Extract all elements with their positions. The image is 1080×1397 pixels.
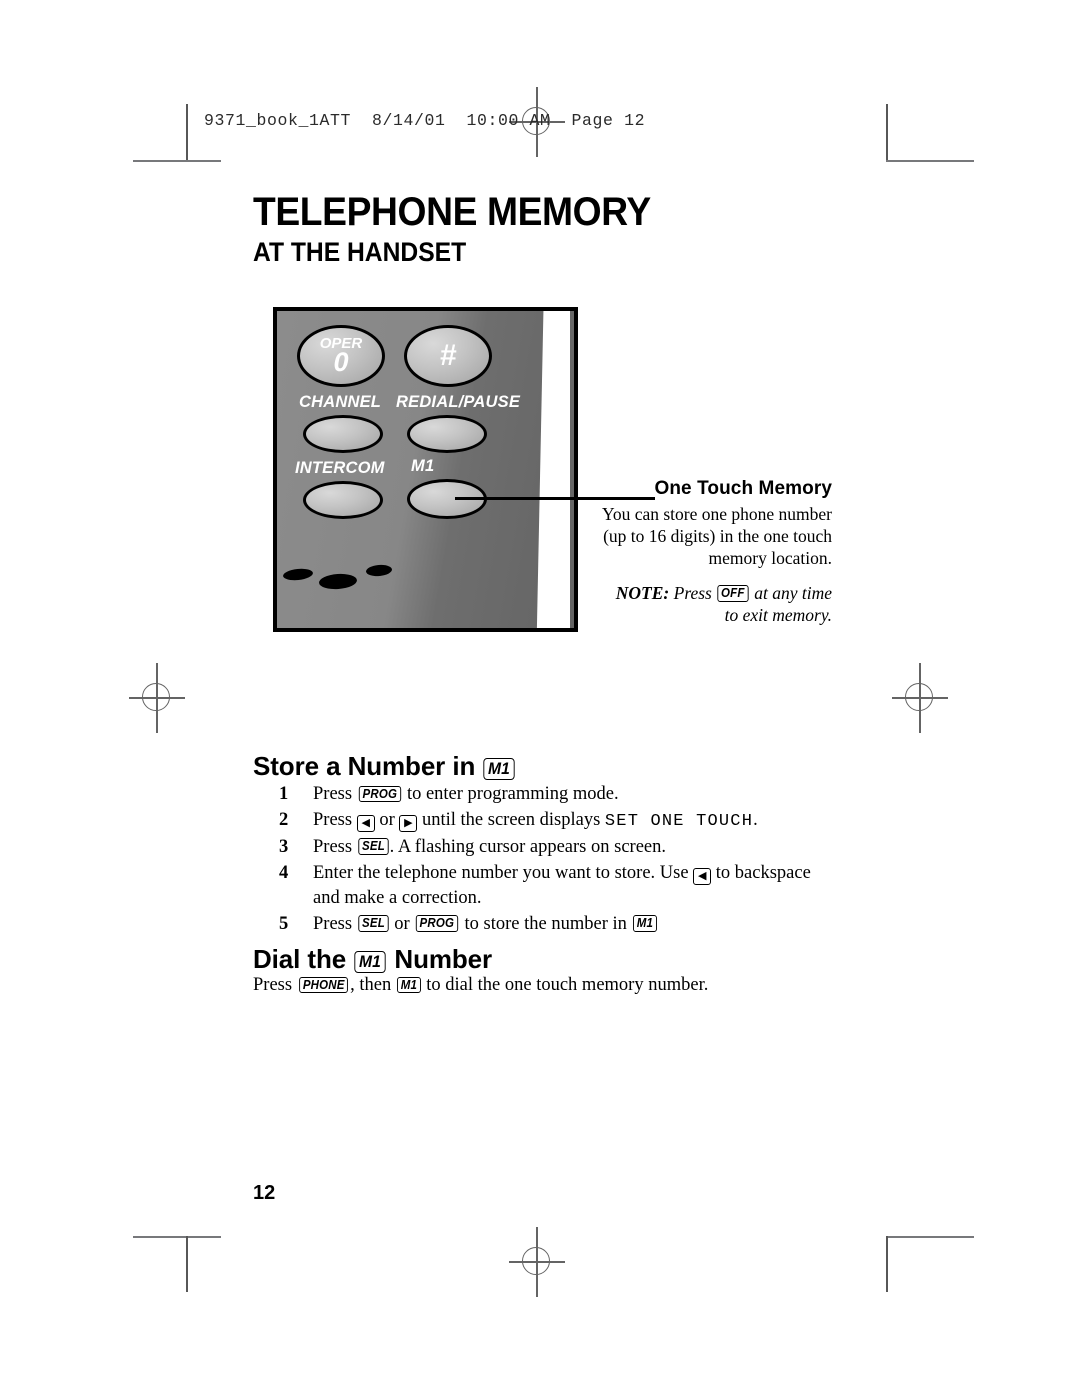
body-text: .	[753, 809, 758, 830]
registration-mark-right	[885, 663, 955, 733]
store-step: 2 Press ◀ or ▶ until the screen displays …	[279, 808, 839, 834]
body-text: Press	[313, 913, 357, 934]
store-step: 1 Press PROG to enter programming mode.	[279, 782, 839, 807]
callout-note: NOTE: Press OFF at any time to exit memo…	[600, 582, 832, 626]
crop-mark-bottom-left	[133, 1236, 221, 1238]
dial-section-heading: Dial the M1 Number	[253, 944, 492, 975]
body-text: Press	[313, 784, 357, 804]
body-text: to store the number in	[459, 913, 632, 934]
crop-mark-bottom-right	[886, 1236, 974, 1238]
body-text: or	[374, 809, 400, 830]
callout-note-prefix: NOTE:	[615, 582, 670, 603]
store-step: 3 Press SEL. A flashing cursor appears on…	[279, 835, 839, 860]
intercom-caption: INTERCOM	[295, 459, 385, 477]
registration-ring	[522, 1247, 550, 1275]
callout-title: One Touch Memory	[654, 478, 832, 499]
pound-key-label: #	[440, 341, 457, 371]
body-text: , then	[350, 975, 396, 995]
m1-caption: M1	[411, 457, 435, 475]
zero-label: 0	[333, 347, 349, 377]
store-heading-text: Store a Number in	[253, 751, 476, 781]
registration-mark-left	[122, 663, 192, 733]
registration-ring	[905, 683, 933, 711]
dial-heading-m1-keycap: M1	[354, 951, 386, 974]
lcd-display-text: SET ONE TOUCH	[604, 811, 754, 831]
m1-keycap: M1	[632, 915, 657, 933]
channel-key	[303, 415, 383, 453]
page-number: 12	[253, 1182, 276, 1204]
file-header-text: 9371_book_1ATT 8/14/01 10:00 AM Page 12	[204, 111, 646, 130]
registration-ring	[142, 683, 170, 711]
prog-keycap: PROG	[416, 915, 459, 933]
store-step-number: 4	[279, 862, 289, 883]
right-arrow-icon: ▶	[399, 814, 418, 832]
dial-heading-post: Number	[394, 944, 493, 974]
sel-keycap: SEL	[358, 838, 389, 856]
page-title: TELEPHONE MEMORY	[253, 190, 651, 234]
crop-mark-top-right	[886, 160, 974, 162]
crop-mark-top-left	[133, 160, 221, 162]
redial-pause-key	[407, 415, 487, 453]
store-steps-list: 1 Press PROG to enter programming mode. 2 P…	[279, 782, 839, 938]
body-text: Press	[253, 975, 297, 995]
store-step-text: Enter the telephone number you want to s…	[313, 861, 839, 911]
store-step: 5 Press SEL or PROG to store the number i…	[279, 912, 839, 937]
page-subtitle: AT THE HANDSET	[253, 237, 467, 267]
file-header-rule	[186, 104, 188, 144]
dial-section-body: Press PHONE, then M1 to dial the one tou…	[253, 973, 708, 998]
store-heading-m1-keycap: M1	[483, 758, 516, 781]
handset-vent-dash-2	[318, 572, 358, 591]
store-step-text: Press PROG to enter programming mode.	[313, 782, 839, 807]
body-text: Enter the telephone number you want to s…	[313, 862, 694, 883]
body-text: to enter programming mode.	[402, 784, 619, 804]
store-step-number: 5	[279, 913, 289, 934]
left-arrow-icon: ◀	[356, 814, 375, 832]
pound-glyph: #	[439, 339, 457, 372]
store-section-heading: Store a Number in M1	[253, 751, 516, 782]
oper-zero-key: OPER 0	[297, 325, 385, 387]
body-text: until the screen displays	[417, 809, 605, 830]
channel-caption: CHANNEL	[299, 393, 382, 411]
crop-mark-bottom-left-vertical	[186, 1236, 188, 1292]
redial-pause-caption: REDIAL/PAUSE	[396, 393, 521, 411]
dial-heading-pre: Dial the	[253, 944, 347, 974]
callout-one-touch-memory: One Touch Memory You can store one phone…	[600, 478, 832, 626]
store-step-number: 1	[279, 784, 289, 804]
page-title-block: TELEPHONE MEMORY AT THE HANDSET	[253, 192, 681, 268]
handset-side-highlight	[536, 311, 570, 628]
store-step-text: Press ◀ or ▶ until the screen displays S…	[313, 808, 839, 834]
body-text: Press	[313, 836, 357, 857]
handset-vent-dash-1	[282, 567, 314, 582]
m1-keycap: M1	[396, 976, 421, 994]
callout-note-mid: Press	[673, 582, 712, 603]
callout-body: You can store one phone number (up to 16…	[601, 504, 832, 569]
handset-illustration: OPER 0 # CHANNEL REDIAL/PAUSE INTERCOM M…	[273, 307, 578, 632]
phone-keycap: PHONE	[298, 976, 349, 994]
store-step-text: Press SEL. A flashing cursor appears on …	[313, 835, 839, 860]
crop-mark-bottom-right-vertical	[886, 1236, 888, 1292]
prog-keycap: PROG	[358, 785, 401, 803]
intercom-key	[303, 481, 383, 519]
store-step-text: Press SEL or PROG to store the number in…	[313, 912, 839, 937]
off-keycap: OFF	[717, 585, 749, 602]
store-step-number: 3	[279, 836, 289, 857]
file-header: 9371_book_1ATT 8/14/01 10:00 AM Page 12	[186, 104, 645, 144]
body-text: to dial the one touch memory number.	[421, 975, 709, 995]
crop-mark-top-right-vertical	[886, 104, 888, 160]
sel-keycap: SEL	[358, 915, 389, 933]
store-step: 4 Enter the telephone number you want to …	[279, 861, 839, 911]
body-text: Press	[313, 809, 357, 830]
pound-key: #	[404, 325, 492, 387]
oper-zero-key-label: OPER 0	[320, 336, 363, 376]
handset-vent-dash-3	[365, 563, 393, 578]
oper-label: OPER	[319, 335, 363, 352]
left-arrow-icon: ◀	[693, 867, 712, 885]
body-text: . A flashing cursor appears on screen.	[389, 836, 666, 857]
store-step-number: 2	[279, 809, 289, 830]
body-text: or	[389, 913, 415, 934]
registration-mark-bottom	[502, 1227, 572, 1297]
